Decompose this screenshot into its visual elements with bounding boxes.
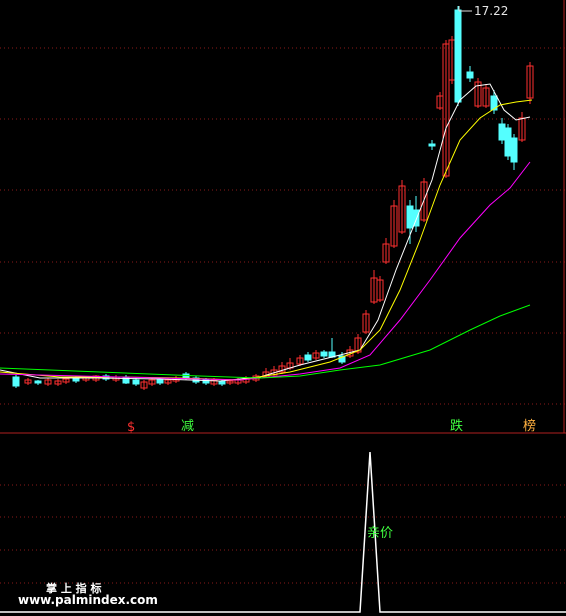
signal-label: $ [127,420,135,435]
candle-body [132,379,140,385]
signal-label: 榜 [523,418,536,434]
candle-body [12,376,20,387]
high-price-label: 17.22 [474,4,508,18]
candle-body [466,71,474,79]
candle-body [412,209,420,227]
candle-body [320,351,328,357]
signal-label: 跌 [450,418,463,434]
candle-body [304,354,312,361]
candle-body [406,205,414,229]
candle-body [34,380,42,384]
watermark-url: www.palmindex.com [18,593,158,607]
signal-label: 减 [181,419,194,434]
candle-body [504,127,512,157]
candle-body [454,9,462,103]
indicator-annotation: 亲价 [367,526,393,541]
candle-body [156,379,164,384]
candle-body [428,143,436,147]
candle-body [498,123,506,141]
indicator-chart: 17.22 $ 减 跌 榜 亲价 [0,0,566,616]
candle-body [510,137,518,163]
